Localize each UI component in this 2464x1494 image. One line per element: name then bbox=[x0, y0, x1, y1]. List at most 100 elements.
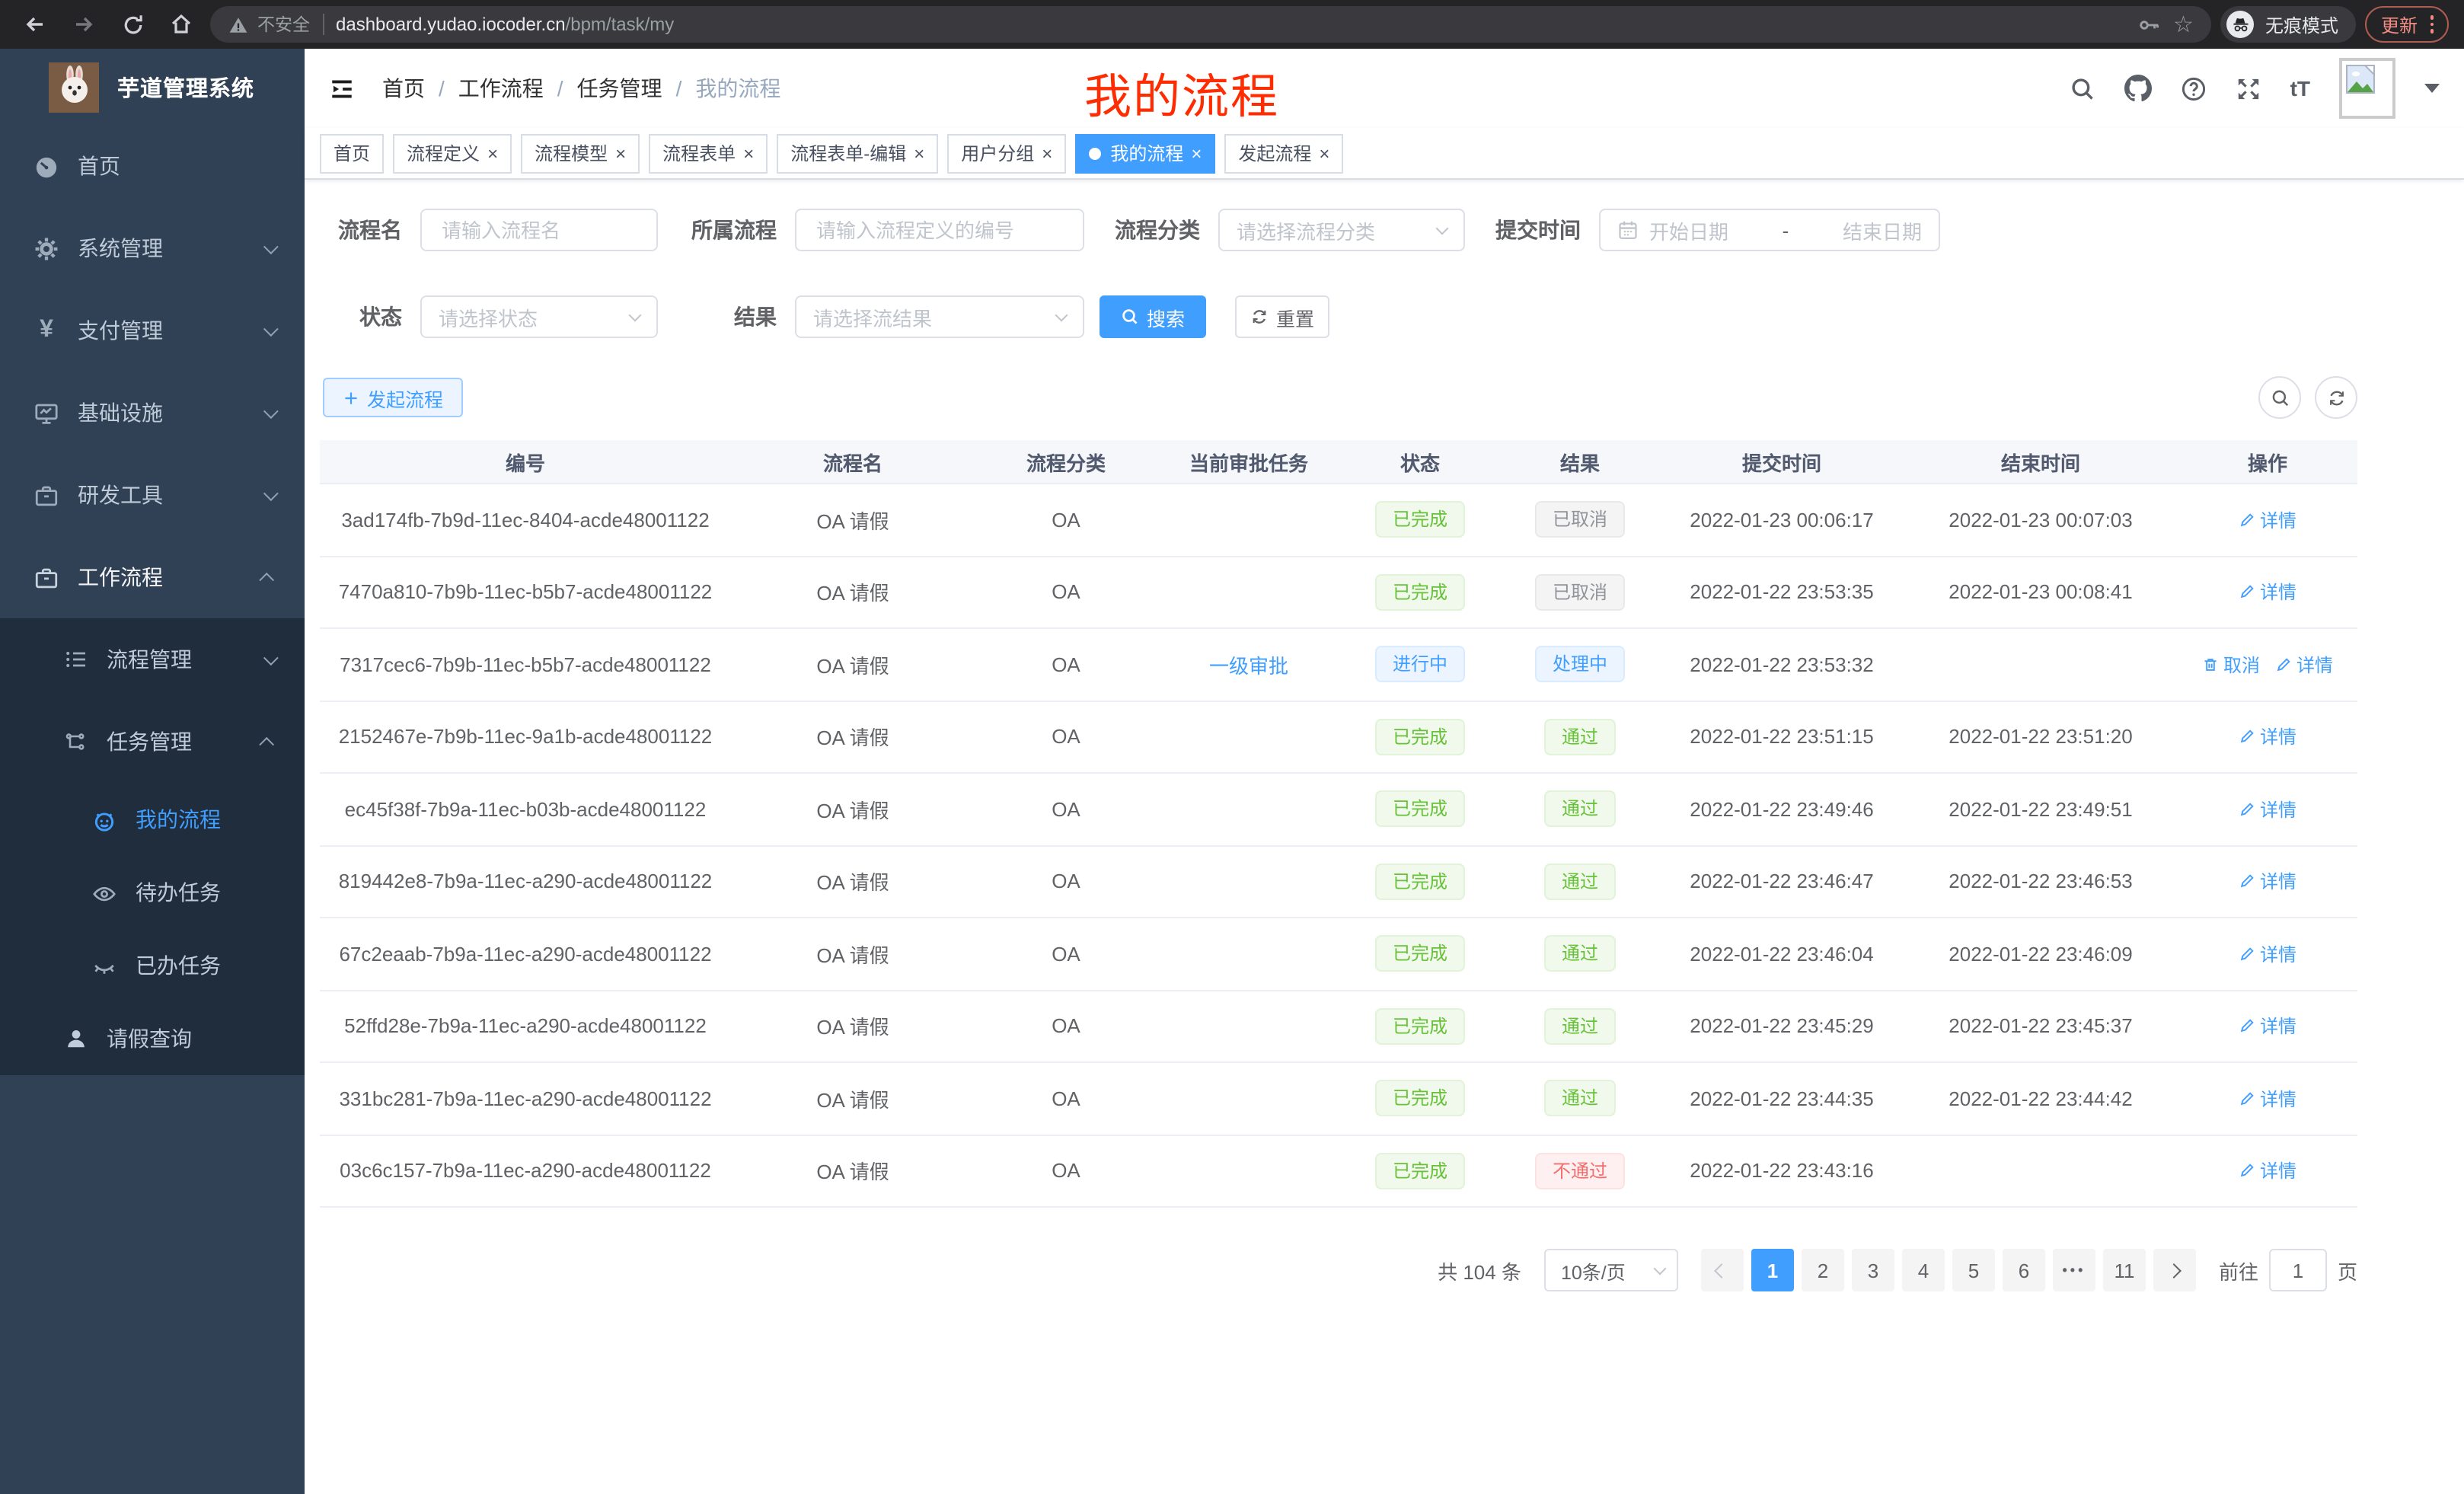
tab-process-model[interactable]: 流程模型× bbox=[521, 133, 640, 173]
col-header-actions: 操作 bbox=[2178, 447, 2357, 476]
detail-link[interactable]: 详情 bbox=[2239, 1014, 2296, 1039]
page-content: 流程名 所属流程 流程分类 请选择流程分类 提交时间 开始日期 - 结束日期 bbox=[305, 180, 2464, 1494]
status-select[interactable]: 请选择状态 bbox=[420, 295, 658, 338]
browser-menu-icon[interactable] bbox=[2430, 16, 2434, 34]
breadcrumb-item[interactable]: 任务管理 bbox=[577, 73, 662, 104]
detail-link[interactable]: 详情 bbox=[2239, 796, 2296, 822]
close-icon[interactable]: × bbox=[914, 144, 924, 162]
search-button[interactable]: 搜索 bbox=[1100, 295, 1206, 338]
sidebar-item-task-management[interactable]: 任务管理 bbox=[0, 701, 305, 783]
page-button[interactable]: 11 bbox=[2103, 1249, 2146, 1291]
sidebar-item-home[interactable]: 首页 bbox=[0, 125, 305, 207]
process-category-select[interactable]: 请选择流程分类 bbox=[1218, 209, 1465, 251]
show-search-button[interactable] bbox=[2258, 376, 2301, 419]
sidebar-item-infrastructure[interactable]: 基础设施 bbox=[0, 372, 305, 454]
table-row: ec45f38f-7b9a-11ec-b03b-acde48001122 OA … bbox=[320, 774, 2357, 846]
tab-process-definition[interactable]: 流程定义× bbox=[393, 133, 512, 173]
update-button[interactable]: 更新 bbox=[2366, 6, 2449, 43]
detail-link[interactable]: 详情 bbox=[2239, 869, 2296, 895]
address-bar[interactable]: 不安全 dashboard.yudao.iocoder.cn/bpm/task/… bbox=[210, 6, 2212, 43]
font-size-icon[interactable]: tT bbox=[2290, 76, 2310, 101]
tab-process-form-edit[interactable]: 流程表单-编辑× bbox=[777, 133, 938, 173]
page-button[interactable]: 6 bbox=[2003, 1249, 2045, 1291]
forward-icon[interactable] bbox=[64, 5, 104, 44]
detail-link[interactable]: 详情 bbox=[2239, 724, 2296, 750]
search-icon[interactable] bbox=[2070, 75, 2095, 101]
sidebar-item-my-process[interactable]: 我的流程 bbox=[0, 783, 305, 856]
reset-button[interactable]: 重置 bbox=[1235, 295, 1329, 338]
github-icon[interactable] bbox=[2124, 75, 2152, 102]
chevron-down-icon bbox=[263, 650, 279, 665]
bookmark-star-icon[interactable]: ☆ bbox=[2173, 11, 2194, 38]
refresh-button[interactable] bbox=[2315, 376, 2357, 419]
result-badge: 通过 bbox=[1545, 791, 1615, 828]
sidebar-item-done-tasks[interactable]: 已办任务 bbox=[0, 929, 305, 1002]
sidebar-item-devtools[interactable]: 研发工具 bbox=[0, 454, 305, 536]
page-button[interactable]: 5 bbox=[1952, 1249, 1995, 1291]
submit-time-range-picker[interactable]: 开始日期 - 结束日期 bbox=[1599, 209, 1940, 251]
tab-my-process[interactable]: 我的流程× bbox=[1075, 133, 1215, 173]
process-name-input[interactable] bbox=[439, 217, 640, 243]
detail-link[interactable]: 详情 bbox=[2239, 1158, 2296, 1184]
result-badge: 已取消 bbox=[1536, 574, 1624, 611]
security-warning[interactable]: 不安全 bbox=[228, 12, 310, 37]
reload-icon[interactable] bbox=[113, 5, 152, 44]
sidebar-item-payment[interactable]: ¥ 支付管理 bbox=[0, 289, 305, 372]
goto-page-input[interactable] bbox=[2269, 1249, 2327, 1291]
close-icon[interactable]: × bbox=[1191, 144, 1202, 162]
sidebar: 芋道管理系统 首页 系统管理 ¥ 支付管理 bbox=[0, 49, 305, 1494]
collapse-sidebar-icon[interactable] bbox=[329, 75, 355, 101]
sidebar-item-todo-tasks[interactable]: 待办任务 bbox=[0, 856, 305, 929]
detail-link[interactable]: 详情 bbox=[2239, 507, 2296, 533]
page-button[interactable]: 3 bbox=[1852, 1249, 1894, 1291]
sidebar-item-system[interactable]: 系统管理 bbox=[0, 207, 305, 289]
close-icon[interactable]: × bbox=[743, 144, 754, 162]
key-icon[interactable] bbox=[2138, 13, 2161, 36]
process-definition-label: 所属流程 bbox=[658, 215, 795, 245]
help-icon[interactable] bbox=[2181, 75, 2207, 101]
col-header-task: 当前审批任务 bbox=[1157, 447, 1340, 476]
sidebar-item-workflow[interactable]: 工作流程 bbox=[0, 536, 305, 618]
tab-process-form[interactable]: 流程表单× bbox=[649, 133, 768, 173]
status-badge: 已完成 bbox=[1376, 936, 1464, 972]
sidebar-item-process-management[interactable]: 流程管理 bbox=[0, 618, 305, 701]
page-button[interactable]: 1 bbox=[1751, 1249, 1794, 1291]
close-icon[interactable]: × bbox=[1319, 144, 1329, 162]
tab-user-group[interactable]: 用户分组× bbox=[947, 133, 1066, 173]
sidebar-item-leave-query[interactable]: 请假查询 bbox=[0, 1002, 305, 1075]
close-icon[interactable]: × bbox=[615, 144, 626, 162]
start-process-button[interactable]: 发起流程 bbox=[323, 378, 463, 417]
chevron-right-icon bbox=[2167, 1263, 2182, 1278]
url-text[interactable]: dashboard.yudao.iocoder.cn/bpm/task/my bbox=[336, 14, 674, 35]
prev-page-button[interactable] bbox=[1701, 1249, 1744, 1291]
page-button[interactable]: 2 bbox=[1802, 1249, 1844, 1291]
app-logo[interactable]: 芋道管理系统 bbox=[0, 49, 305, 125]
home-icon[interactable] bbox=[161, 5, 201, 44]
breadcrumb-item[interactable]: 工作流程 bbox=[458, 73, 544, 104]
refresh-icon bbox=[1250, 308, 1269, 326]
more-pages-button[interactable]: ••• bbox=[2053, 1249, 2095, 1291]
col-header-name: 流程名 bbox=[731, 447, 975, 476]
close-icon[interactable]: × bbox=[1042, 144, 1052, 162]
cancel-link[interactable]: 取消 bbox=[2202, 652, 2260, 678]
detail-link[interactable]: 详情 bbox=[2239, 1086, 2296, 1112]
process-definition-input[interactable] bbox=[813, 217, 1066, 243]
sidebar-menu: 首页 系统管理 ¥ 支付管理 基础设施 bbox=[0, 125, 305, 1075]
detail-link[interactable]: 详情 bbox=[2239, 579, 2296, 605]
page-button[interactable]: 4 bbox=[1902, 1249, 1945, 1291]
page-size-select[interactable]: 10条/页 bbox=[1544, 1249, 1678, 1291]
tab-start-process[interactable]: 发起流程× bbox=[1224, 133, 1343, 173]
breadcrumb-item[interactable]: 首页 bbox=[382, 73, 425, 104]
result-badge: 通过 bbox=[1545, 864, 1615, 900]
back-icon[interactable] bbox=[15, 5, 55, 44]
result-select[interactable]: 请选择流结果 bbox=[795, 295, 1084, 338]
detail-link[interactable]: 详情 bbox=[2275, 652, 2333, 678]
tab-home[interactable]: 首页 bbox=[320, 133, 384, 173]
avatar[interactable] bbox=[2339, 58, 2395, 119]
next-page-button[interactable] bbox=[2153, 1249, 2196, 1291]
caret-down-icon[interactable] bbox=[2424, 84, 2440, 93]
detail-link[interactable]: 详情 bbox=[2239, 941, 2296, 967]
fullscreen-icon[interactable] bbox=[2236, 75, 2261, 101]
close-icon[interactable]: × bbox=[487, 144, 498, 162]
current-task-link[interactable]: 一级审批 bbox=[1209, 650, 1288, 679]
